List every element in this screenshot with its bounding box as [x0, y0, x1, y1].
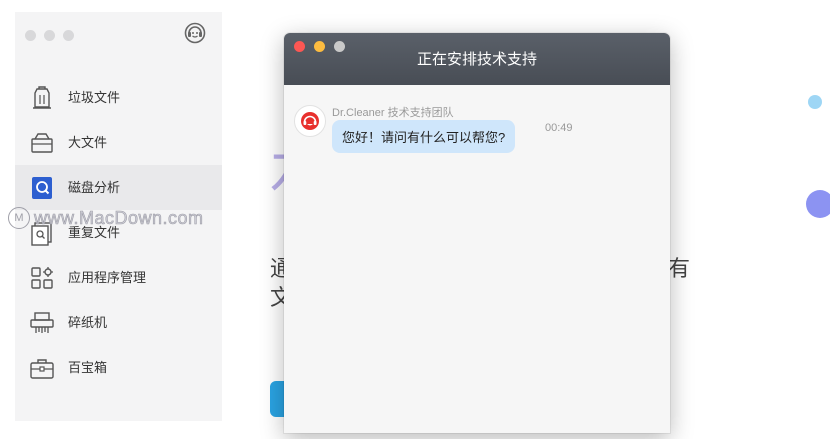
dialog-title: 正在安排技术支持 — [416, 51, 537, 68]
main-description-fragment-right: 有 — [668, 256, 691, 281]
support-headset-icon[interactable] — [184, 22, 206, 44]
sidebar-item-label: 碎纸机 — [68, 315, 108, 330]
sidebar-item-label: 垃圾文件 — [68, 90, 121, 105]
sidebar-item-disk-analysis[interactable]: 磁盘分析 — [15, 165, 222, 210]
sidebar-item-label: 大文件 — [68, 135, 108, 150]
toolbox-icon — [29, 355, 55, 381]
message-time: 00:49 — [545, 122, 573, 134]
file-box-icon — [29, 130, 55, 156]
decorative-dot — [808, 95, 822, 109]
sidebar-item-label: 应用程序管理 — [68, 270, 147, 285]
zoom-window-button[interactable] — [63, 30, 74, 41]
dialog-titlebar[interactable]: 正在安排技术支持 — [284, 33, 670, 85]
minimize-window-button[interactable] — [44, 30, 55, 41]
trash-bag-icon — [29, 85, 55, 111]
sidebar-item-duplicate-files[interactable]: 重复文件 — [15, 210, 222, 255]
message-bubble: 您好！请问有什么可以帮您? — [332, 120, 516, 153]
duplicate-file-icon — [29, 220, 55, 246]
sidebar-item-label: 百宝箱 — [68, 360, 108, 375]
sidebar-nav: 垃圾文件 大文件 磁盘分析 重复文件 应用程序管理 碎纸机 百宝箱 — [15, 75, 222, 390]
support-chat-dialog: 正在安排技术支持 Dr.Cleaner 技术支持团队 您好！请问有什么可以帮您?… — [284, 33, 670, 433]
decorative-dot — [806, 190, 830, 218]
message-sender: Dr.Cleaner 技术支持团队 — [332, 107, 454, 119]
sidebar-item-label: 重复文件 — [68, 225, 121, 240]
window-controls — [25, 30, 74, 41]
sidebar: 垃圾文件 大文件 磁盘分析 重复文件 应用程序管理 碎纸机 百宝箱 — [15, 12, 222, 421]
sidebar-item-app-manager[interactable]: 应用程序管理 — [15, 255, 222, 300]
sidebar-item-toolbox[interactable]: 百宝箱 — [15, 345, 222, 390]
sidebar-item-shredder[interactable]: 碎纸机 — [15, 300, 222, 345]
close-window-button[interactable] — [25, 30, 36, 41]
shredder-icon — [29, 310, 55, 336]
headset-icon — [301, 112, 319, 130]
sidebar-item-label: 磁盘分析 — [68, 180, 121, 195]
app-manager-icon — [29, 265, 55, 291]
support-avatar — [294, 105, 326, 137]
sidebar-item-junk-files[interactable]: 垃圾文件 — [15, 75, 222, 120]
sidebar-item-large-files[interactable]: 大文件 — [15, 120, 222, 165]
disk-analysis-icon — [29, 175, 55, 201]
